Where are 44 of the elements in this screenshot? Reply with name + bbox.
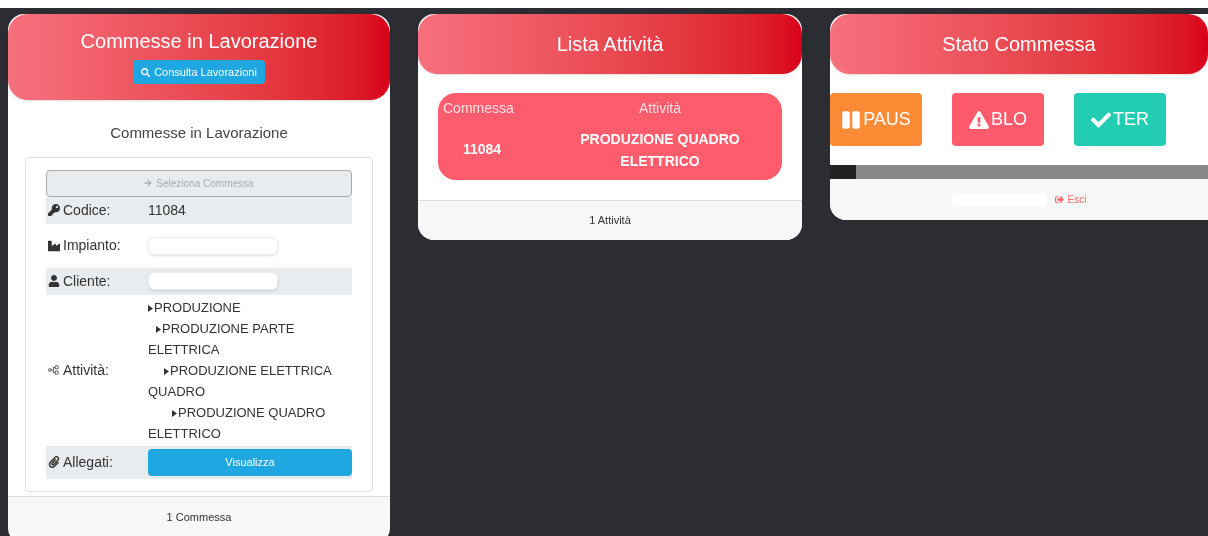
- consult-button[interactable]: Consulta Lavorazioni: [133, 60, 265, 84]
- view-button[interactable]: Visualizza: [148, 448, 352, 476]
- scrollbar[interactable]: [830, 165, 1208, 179]
- user-icon: [48, 275, 60, 287]
- panel-title: Commesse in Lavorazione: [80, 29, 318, 54]
- activity-name: PRODUZIONE QUADRO ELETTRICO: [579, 129, 741, 171]
- status-button[interactable]: BLO: [952, 93, 1044, 146]
- sign-out-icon: [1054, 195, 1064, 204]
- status-button[interactable]: PAUS: [830, 93, 922, 146]
- commessa-code: 11084: [462, 140, 503, 159]
- column-header: Attività: [638, 99, 682, 118]
- footer-count: 1 Attività: [589, 213, 631, 229]
- warning-icon: [969, 109, 989, 130]
- search-icon: [141, 67, 151, 77]
- column-header: Commessa: [442, 99, 515, 118]
- caret-icon: [156, 325, 161, 333]
- panel-title: Lista Attività: [556, 32, 664, 57]
- field-label: Cliente:: [63, 271, 111, 291]
- tree-icon: [48, 364, 60, 376]
- footer-count: 1 Commessa: [166, 510, 232, 526]
- activity-card[interactable]: Commessa Attività 11084 PRODUZIONE QUADRO ELETTRICO: [438, 93, 782, 180]
- scrollbar-thumb[interactable]: [830, 165, 856, 179]
- caret-icon: [148, 304, 153, 312]
- key-icon: [48, 204, 60, 216]
- panel-title: Stato Commessa: [942, 32, 1096, 57]
- section-title: Commesse in Lavorazione: [109, 123, 289, 143]
- field-label: Codice:: [63, 200, 111, 220]
- field-label: Attività:: [63, 360, 109, 380]
- activity-tree-item: PRODUZIONE QUADRO ELETTRICO: [148, 403, 327, 443]
- status-button[interactable]: TER: [1074, 93, 1166, 146]
- paperclip-icon: [48, 456, 60, 468]
- caret-icon: [164, 367, 169, 375]
- field-label: Allegati:: [63, 452, 113, 472]
- select-commessa-button[interactable]: Seleziona Commessa: [46, 169, 352, 197]
- arrow-icon: [144, 179, 153, 187]
- activity-tree-item: PRODUZIONE: [148, 296, 352, 318]
- activity-tree-item: PRODUZIONE PARTE ELETTRICA: [148, 319, 296, 359]
- factory-icon: [48, 239, 60, 252]
- caret-icon: [172, 409, 177, 417]
- field-label: Impianto:: [63, 236, 121, 255]
- logout-link[interactable]: Esci: [1054, 192, 1087, 207]
- field-value: 11084: [148, 200, 186, 220]
- pause-icon: [841, 109, 862, 130]
- activity-tree-item: PRODUZIONE ELETTRICA QUADRO: [148, 361, 333, 401]
